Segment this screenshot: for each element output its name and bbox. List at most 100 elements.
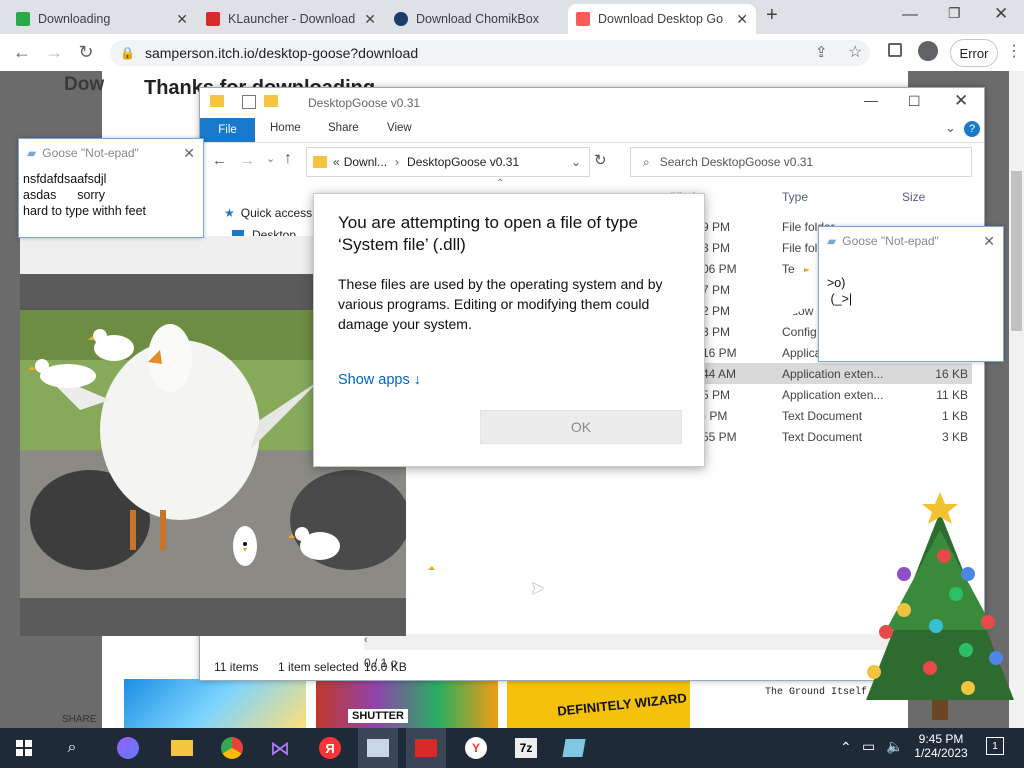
show-apps-link[interactable]: Show apps ↓	[338, 372, 421, 388]
network-icon[interactable]: ▭	[862, 738, 875, 755]
menu-dots-icon[interactable]: ⋮	[1006, 41, 1022, 61]
search-icon: ⌕	[643, 154, 650, 169]
back-button[interactable]: ←	[8, 34, 36, 71]
forward-button[interactable]: →	[40, 34, 68, 71]
help-icon[interactable]: ?	[964, 121, 980, 137]
ribbon-tab-view[interactable]: View	[387, 122, 412, 134]
windows-logo-icon	[16, 740, 32, 756]
minimize-window-icon[interactable]: —	[902, 6, 918, 24]
path-bar[interactable]: « Downl... › DesktopGoose v0.31 ⌄	[306, 147, 590, 177]
notepad-icon: ▰	[27, 146, 37, 160]
lock-icon: 🔒	[120, 46, 135, 60]
game-card-shutter[interactable]: SHUTTER	[316, 679, 498, 728]
volume-icon[interactable]: 🔈	[886, 738, 903, 755]
up-arrow-icon[interactable]: ↑	[284, 150, 292, 168]
scrollbar-thumb[interactable]	[1011, 171, 1022, 331]
mouse-cursor-icon: ➤	[530, 578, 546, 598]
nav-quick-access[interactable]: ★ Quick access	[224, 206, 312, 220]
ribbon-tab-file[interactable]: File	[200, 118, 255, 142]
url-bar[interactable]: 🔒 samperson.itch.io/desktop-goose?downlo…	[110, 40, 870, 66]
file-row-size: 3 KB	[941, 429, 968, 444]
notepad-app-icon[interactable]	[554, 728, 594, 768]
klauncher-app-icon[interactable]	[406, 728, 446, 768]
new-folder-icon[interactable]	[264, 95, 278, 107]
tab-desktop-goose[interactable]: Download Desktop Go ✕	[568, 4, 756, 34]
notepad-text[interactable]: >o) (_>|	[819, 255, 1003, 327]
side-panel-icon[interactable]	[888, 43, 902, 57]
search-icon[interactable]: ⌕	[52, 728, 92, 768]
back-arrow-icon[interactable]: ←	[212, 152, 227, 169]
file-explorer-app-icon[interactable]	[162, 728, 202, 768]
share-icon[interactable]: ⇪	[815, 43, 828, 61]
file-row-modified: ) PM	[702, 408, 728, 423]
restore-window-icon[interactable]: ❐	[948, 5, 961, 22]
sort-chevron-icon: ⌃	[496, 178, 505, 189]
tray-chevron-up-icon[interactable]: ⌃	[840, 739, 852, 756]
goose-sprite[interactable]	[230, 522, 260, 568]
tab-klauncher[interactable]: KLauncher - Download ✕	[198, 4, 384, 34]
profile-avatar-icon[interactable]	[918, 41, 938, 61]
goose-sprite[interactable]	[428, 554, 482, 602]
file-row-modified: 3 PM	[702, 324, 731, 339]
forward-arrow-icon[interactable]: →	[240, 152, 255, 169]
goose-notepad-left: ▰ Goose "Not-epad" ✕ nsfdafdsaafsdjl asd…	[18, 138, 204, 238]
explorer-title: DesktopGoose v0.31	[308, 96, 421, 110]
bookmark-star-icon[interactable]: ☆	[848, 42, 862, 62]
properties-icon[interactable]	[242, 95, 256, 109]
game-card-wizard[interactable]: DEFINITELY WIZARD	[507, 679, 690, 728]
ribbon-tabs: File Home Share View ⌄ ?	[200, 118, 984, 143]
chrome-app-icon[interactable]	[212, 728, 252, 768]
close-tab-icon[interactable]: ✕	[736, 11, 748, 28]
itchio-favicon-icon	[576, 12, 590, 26]
minimize-icon[interactable]: —	[864, 92, 878, 108]
goose-sprite[interactable]	[28, 356, 98, 396]
file-row-size: 11 KB	[936, 387, 968, 402]
file-row-type: Config	[782, 324, 817, 339]
goose-sprite[interactable]	[288, 522, 344, 564]
col-type[interactable]: Type	[782, 190, 808, 204]
close-icon[interactable]: ✕	[954, 91, 968, 111]
7zip-app-icon[interactable]: 7z	[506, 728, 546, 768]
tab-downloading[interactable]: Downloading ✕	[8, 4, 196, 34]
alice-app-icon[interactable]	[108, 728, 148, 768]
close-icon[interactable]: ✕	[183, 145, 195, 162]
file-row-modified: 5 PM	[702, 387, 731, 402]
goose-notepad-right: ▰ Goose "Not-epad" ✕ >o) (_>|	[818, 226, 1004, 362]
yandex-app-icon[interactable]: Y	[456, 728, 496, 768]
chevron-down-icon[interactable]: ⌄	[571, 155, 581, 169]
notification-center-icon[interactable]: 1	[986, 737, 1004, 755]
path-segment[interactable]: DesktopGoose v0.31	[407, 155, 519, 169]
col-size[interactable]: Size	[902, 190, 925, 204]
reload-button[interactable]: ↻	[72, 34, 100, 71]
maximize-icon[interactable]: ☐	[908, 93, 921, 110]
recent-chevron-icon[interactable]: ⌄	[266, 152, 275, 165]
desktop-goose-app-icon[interactable]	[358, 728, 398, 768]
refresh-icon[interactable]: ↻	[594, 151, 607, 169]
goose-sprite[interactable]	[760, 262, 812, 322]
file-row-type: Application exten...	[782, 387, 884, 402]
error-button[interactable]: Error	[950, 39, 998, 67]
ribbon-tab-share[interactable]: Share	[328, 122, 359, 134]
path-segment[interactable]: Downl...	[344, 155, 387, 169]
close-window-icon[interactable]: ✕	[994, 4, 1008, 24]
close-icon[interactable]: ✕	[983, 233, 995, 250]
search-box[interactable]: ⌕ Search DesktopGoose v0.31	[630, 147, 972, 177]
file-row-modified: 06 PM	[702, 261, 737, 276]
yandex-browser-app-icon[interactable]: Я	[310, 728, 350, 768]
dialog-body: These files are used by the operating sy…	[338, 276, 663, 332]
visual-studio-app-icon[interactable]: ⋈	[260, 728, 300, 768]
tab-chomikbox[interactable]: Download ChomikBox	[386, 4, 566, 34]
close-tab-icon[interactable]: ✕	[364, 11, 376, 28]
taskbar: ⌕ ⋈ Я Y 7z ⌃ ▭ 🔈 9:45 PM 1/24/2023 1	[0, 728, 1024, 768]
ok-button[interactable]: OK	[480, 410, 682, 444]
star-icon: ★	[224, 206, 235, 220]
start-button[interactable]	[4, 728, 44, 768]
close-tab-icon[interactable]: ✕	[176, 11, 188, 28]
chevron-down-icon[interactable]: ⌄	[945, 120, 956, 136]
file-row-type: Text Document	[782, 429, 863, 444]
notepad-text[interactable]: nsfdafdsaafsdjl asdas sorry hard to type…	[19, 167, 203, 223]
game-card-image[interactable]	[124, 679, 306, 728]
new-tab-button[interactable]: +	[766, 4, 778, 27]
ribbon-tab-home[interactable]: Home	[270, 122, 301, 134]
clock[interactable]: 9:45 PM 1/24/2023	[914, 732, 968, 760]
